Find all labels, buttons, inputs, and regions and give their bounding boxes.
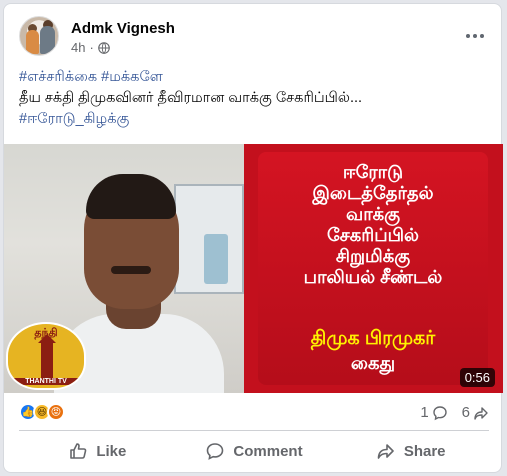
reaction-summary[interactable]: 👍 😆 😡 <box>19 403 65 421</box>
divider <box>19 430 489 431</box>
post-header: Admk Vignesh 4h · <box>19 16 489 60</box>
post-body: தீய சக்தி திமுகவினர் தீவிரமான வாக்கு சேக… <box>19 90 363 106</box>
share-count-icon <box>474 406 488 420</box>
comment-button[interactable]: Comment <box>176 435 333 467</box>
avatar[interactable] <box>19 16 59 56</box>
post-stats: 👍 😆 😡 1 6 <box>19 403 489 425</box>
channel-logo: தந்தி THANTHI TV <box>6 322 86 390</box>
post-meta: 4h · <box>71 40 110 55</box>
post-card: Admk Vignesh 4h · #எச்சரிக்கை #மக்களே தீ… <box>3 3 503 473</box>
video-highlight: திமுக பிரமுகர் <box>310 328 436 349</box>
like-button[interactable]: Like <box>19 435 176 467</box>
angry-reaction-icon: 😡 <box>47 403 65 421</box>
more-horizontal-icon[interactable] <box>463 26 487 46</box>
share-count[interactable]: 6 <box>462 404 489 421</box>
comment-count-icon <box>432 405 447 420</box>
action-bar: Like Comment Share <box>19 435 489 467</box>
author-name[interactable]: Admk Vignesh <box>71 20 175 37</box>
video-tail: கைது <box>350 353 396 373</box>
headline-panel: ஈரோடு இடைத்தேர்தல் வாக்கு சேகரிப்பில் சி… <box>244 144 503 393</box>
like-icon <box>70 443 87 459</box>
post-time[interactable]: 4h <box>71 40 85 55</box>
globe-icon <box>98 41 110 54</box>
hashtag-line-top[interactable]: #எச்சரிக்கை #மக்களே <box>19 67 489 88</box>
video-thumbnail[interactable]: தந்தி THANTHI TV ஈரோடு இடைத்தேர்தல் வாக்… <box>4 144 503 393</box>
comment-count[interactable]: 1 <box>420 404 447 421</box>
post-text: #எச்சரிக்கை #மக்களே தீய சக்தி திமுகவினர்… <box>19 67 489 130</box>
engagement-counts: 1 6 <box>420 404 489 421</box>
video-duration: 0:56 <box>459 368 495 387</box>
comment-icon <box>207 443 224 460</box>
video-headline: ஈரோடு இடைத்தேர்தல் வாக்கு சேகரிப்பில் சி… <box>303 162 443 287</box>
share-icon <box>377 444 394 459</box>
share-button[interactable]: Share <box>332 435 489 467</box>
hashtag-line-bottom[interactable]: #ஈரோடு_கிழக்கு <box>19 109 489 130</box>
